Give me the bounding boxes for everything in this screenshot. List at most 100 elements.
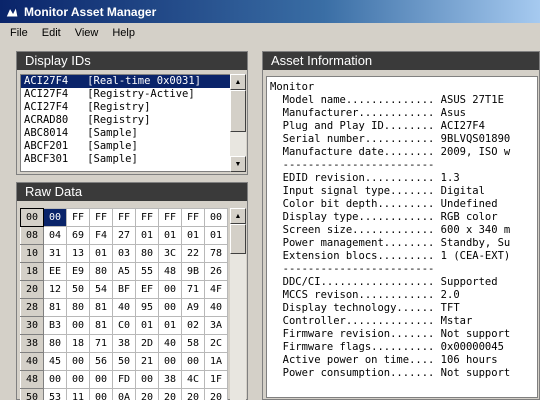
display-id-item[interactable]: ACI27F4 [Registry] [21, 101, 230, 114]
hex-byte[interactable]: 78 [204, 244, 228, 263]
hex-byte[interactable]: 00 [158, 298, 182, 317]
hex-byte[interactable]: 01 [89, 244, 113, 263]
hex-byte[interactable]: 18 [66, 334, 90, 353]
hex-byte[interactable]: BF [112, 280, 136, 299]
hex-byte[interactable]: C0 [112, 316, 136, 335]
hex-byte[interactable]: 00 [158, 280, 182, 299]
hex-byte[interactable]: 11 [66, 388, 90, 400]
hex-byte[interactable]: 95 [135, 298, 159, 317]
hex-byte[interactable]: 00 [43, 208, 67, 227]
hex-byte[interactable]: 40 [204, 298, 228, 317]
menu-edit[interactable]: Edit [35, 23, 68, 43]
hex-byte[interactable]: 80 [135, 244, 159, 263]
hex-byte[interactable]: 13 [66, 244, 90, 263]
hex-byte[interactable]: 9B [181, 262, 205, 281]
display-id-item[interactable]: ACI27F4 [Registry-Active] [21, 88, 230, 101]
hex-byte[interactable]: 20 [204, 388, 228, 400]
hex-byte[interactable]: 81 [89, 298, 113, 317]
hex-byte[interactable]: 38 [158, 370, 182, 389]
hex-byte[interactable]: 00 [43, 370, 67, 389]
asset-information-text[interactable]: Monitor Model name.............. ASUS 27… [266, 76, 538, 398]
hex-byte[interactable]: 4F [204, 280, 228, 299]
hex-byte[interactable]: 53 [43, 388, 67, 400]
display-id-item[interactable]: ACI27F4 [Real-time 0x0031] [21, 75, 230, 88]
hex-byte[interactable]: 20 [135, 388, 159, 400]
hex-byte[interactable]: 4C [181, 370, 205, 389]
hex-byte[interactable]: A5 [112, 262, 136, 281]
hex-byte[interactable]: 12 [43, 280, 67, 299]
hex-byte[interactable]: 00 [66, 370, 90, 389]
hex-byte[interactable]: 21 [135, 352, 159, 371]
hex-byte[interactable]: 58 [181, 334, 205, 353]
display-id-item[interactable]: ABCF301 [Sample] [21, 153, 230, 166]
hex-byte[interactable]: 3A [204, 316, 228, 335]
hex-byte[interactable]: 20 [158, 388, 182, 400]
hex-byte[interactable]: 01 [181, 226, 205, 245]
hex-byte[interactable]: 27 [112, 226, 136, 245]
hex-byte[interactable]: 22 [181, 244, 205, 263]
hex-byte[interactable]: 00 [181, 352, 205, 371]
menu-view[interactable]: View [68, 23, 106, 43]
hex-byte[interactable]: 01 [158, 316, 182, 335]
hex-byte[interactable]: 01 [135, 226, 159, 245]
display-id-item[interactable]: ABC8014 [Sample] [21, 127, 230, 140]
hex-byte[interactable]: 00 [204, 208, 228, 227]
hex-byte[interactable]: 26 [204, 262, 228, 281]
hex-byte[interactable]: 71 [89, 334, 113, 353]
hex-byte[interactable]: 80 [66, 298, 90, 317]
hex-byte[interactable]: 01 [158, 226, 182, 245]
menu-help[interactable]: Help [105, 23, 142, 43]
display-ids-list[interactable]: ACI27F4 [Real-time 0x0031] ACI27F4 [Regi… [20, 74, 231, 172]
hex-byte[interactable]: 00 [66, 316, 90, 335]
hex-byte[interactable]: 45 [43, 352, 67, 371]
scroll-down-icon[interactable]: ▼ [230, 156, 246, 172]
hex-byte[interactable]: 48 [158, 262, 182, 281]
menu-file[interactable]: File [3, 23, 35, 43]
hex-byte[interactable]: B3 [43, 316, 67, 335]
hex-byte[interactable]: 1A [204, 352, 228, 371]
hex-grid[interactable]: 00 00 FF FF FF FF FF FF 00 08 04 69 F4 27 01 01 01 01 10 31… [20, 208, 228, 400]
hex-byte[interactable]: 00 [89, 388, 113, 400]
hex-byte[interactable]: 2C [204, 334, 228, 353]
scroll-up-icon[interactable]: ▲ [230, 208, 246, 224]
hex-byte[interactable]: 00 [135, 370, 159, 389]
hex-byte[interactable]: FF [66, 208, 90, 227]
hex-byte[interactable]: FD [112, 370, 136, 389]
hex-byte[interactable]: 03 [112, 244, 136, 263]
hex-byte[interactable]: 38 [112, 334, 136, 353]
hex-byte[interactable]: FF [158, 208, 182, 227]
hex-byte[interactable]: 40 [158, 334, 182, 353]
hex-byte[interactable]: 81 [89, 316, 113, 335]
hex-byte[interactable]: 00 [158, 352, 182, 371]
hex-byte[interactable]: 81 [43, 298, 67, 317]
hex-byte[interactable]: 40 [112, 298, 136, 317]
hex-byte[interactable]: 71 [181, 280, 205, 299]
hex-byte[interactable]: 01 [204, 226, 228, 245]
hex-byte[interactable]: F4 [89, 226, 113, 245]
hex-byte[interactable]: 80 [89, 262, 113, 281]
hex-byte[interactable]: 80 [43, 334, 67, 353]
hex-byte[interactable]: 1F [204, 370, 228, 389]
hex-byte[interactable]: 2D [135, 334, 159, 353]
hex-byte[interactable]: 00 [89, 370, 113, 389]
hex-byte[interactable]: 50 [66, 280, 90, 299]
hex-byte[interactable]: 69 [66, 226, 90, 245]
hex-byte[interactable]: 3C [158, 244, 182, 263]
hex-byte[interactable]: 31 [43, 244, 67, 263]
hex-byte[interactable]: 50 [112, 352, 136, 371]
hex-byte[interactable]: 55 [135, 262, 159, 281]
hex-byte[interactable]: 00 [66, 352, 90, 371]
scroll-thumb[interactable] [230, 224, 246, 254]
display-id-item[interactable]: ACRAD80 [Registry] [21, 114, 230, 127]
hex-byte[interactable]: 01 [135, 316, 159, 335]
hex-byte[interactable]: FF [181, 208, 205, 227]
scroll-thumb[interactable] [230, 90, 246, 132]
hex-byte[interactable]: 04 [43, 226, 67, 245]
hex-byte[interactable]: EF [135, 280, 159, 299]
scroll-up-icon[interactable]: ▲ [230, 74, 246, 90]
hex-byte[interactable]: A9 [181, 298, 205, 317]
hex-byte[interactable]: EE [43, 262, 67, 281]
hex-byte[interactable]: FF [135, 208, 159, 227]
display-ids-scrollbar[interactable]: ▲ ▼ [230, 74, 246, 172]
hex-byte[interactable]: 56 [89, 352, 113, 371]
